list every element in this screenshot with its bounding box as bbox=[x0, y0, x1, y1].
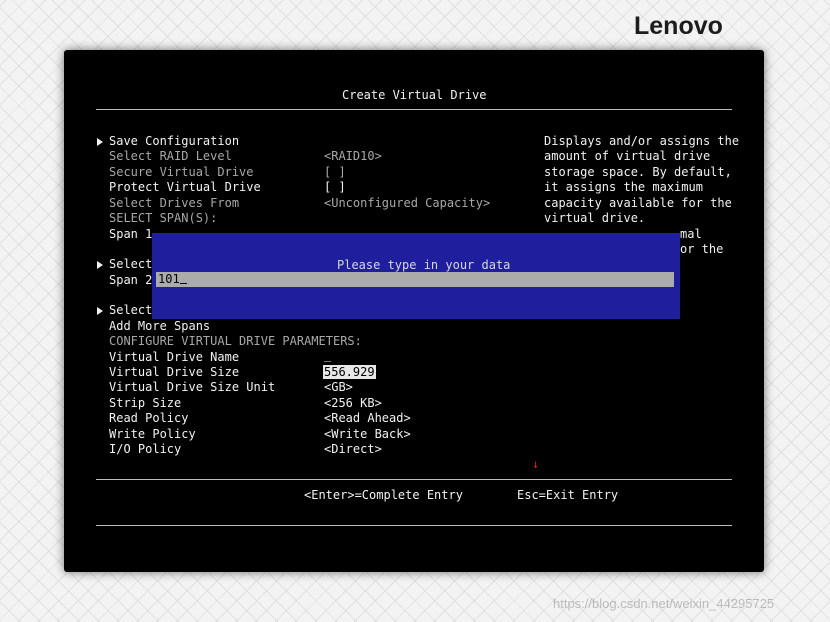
help-line: it assigns the maximum bbox=[544, 180, 703, 194]
help-line: storage space. By default, bbox=[544, 165, 732, 179]
watermark: https://blog.csdn.net/weixin_44295725 bbox=[553, 596, 775, 611]
text-cursor bbox=[179, 273, 187, 284]
submenu-pointer-icon bbox=[97, 138, 103, 146]
label-virtual-drive-size: Virtual Drive Size bbox=[109, 365, 240, 379]
select-io-policy[interactable]: <Direct> bbox=[324, 442, 382, 456]
label-io-policy: I/O Policy bbox=[109, 442, 182, 456]
span-1-label: Span 1 bbox=[109, 227, 153, 241]
submenu-pointer-icon bbox=[97, 261, 103, 269]
label-virtual-drive-name: Virtual Drive Name bbox=[109, 350, 240, 364]
label-protect-virtual-drive: Protect Virtual Drive bbox=[109, 180, 261, 194]
label-select-raid-level: Select RAID Level bbox=[109, 149, 232, 163]
label-secure-virtual-drive: Secure Virtual Drive bbox=[109, 165, 254, 179]
help-line: capacity available for the bbox=[544, 196, 732, 210]
dialog-prompt: Please type in your data bbox=[337, 258, 511, 272]
divider-bottom bbox=[96, 479, 732, 480]
span-2-label: Span 2 bbox=[109, 273, 153, 287]
help-line: Displays and/or assigns the bbox=[544, 134, 740, 148]
footer-enter-hint: <Enter>=Complete Entry bbox=[304, 488, 463, 502]
mouse-pointer-icon: ↓ bbox=[532, 457, 540, 471]
help-line: virtual drive. bbox=[544, 211, 646, 225]
menu-item-select-drives-span-1[interactable]: Select bbox=[109, 257, 152, 271]
help-line: amount of virtual drive bbox=[544, 149, 711, 163]
select-size-unit[interactable]: <GB> bbox=[324, 380, 353, 394]
menu-item-save-configuration[interactable]: Save Configuration bbox=[109, 134, 239, 148]
label-size-unit: Virtual Drive Size Unit bbox=[109, 380, 276, 394]
lenovo-logo: Lenovo bbox=[634, 12, 723, 40]
help-line-fragment: or the bbox=[680, 242, 724, 256]
value-raid-level: <RAID10> bbox=[324, 149, 382, 163]
menu-item-select-drives-span-2[interactable]: Select bbox=[109, 303, 152, 317]
select-spans-header: SELECT SPAN(S): bbox=[109, 211, 218, 225]
label-write-policy: Write Policy bbox=[109, 427, 196, 441]
menu-item-add-more-spans[interactable]: Add More Spans bbox=[109, 319, 210, 333]
select-read-policy[interactable]: <Read Ahead> bbox=[324, 411, 411, 425]
value-select-drives-from: <Unconfigured Capacity> bbox=[324, 196, 491, 210]
input-dialog: Please type in your data 101 bbox=[152, 233, 680, 319]
dialog-text-input[interactable]: 101 bbox=[156, 272, 674, 287]
label-read-policy: Read Policy bbox=[109, 411, 189, 425]
bios-screen: Create Virtual Drive Save Configuration … bbox=[64, 50, 764, 572]
label-select-drives-from: Select Drives From bbox=[109, 196, 240, 210]
page-title: Create Virtual Drive bbox=[342, 88, 487, 102]
submenu-pointer-icon bbox=[97, 307, 103, 315]
footer-esc-hint: Esc=Exit Entry bbox=[517, 488, 619, 502]
select-strip-size[interactable]: <256 KB> bbox=[324, 396, 382, 410]
label-strip-size: Strip Size bbox=[109, 396, 182, 410]
input-virtual-drive-size[interactable]: 556.929 bbox=[323, 365, 376, 379]
help-line-fragment: mal bbox=[680, 227, 702, 241]
checkbox-protect-virtual-drive[interactable]: [ ] bbox=[324, 180, 346, 194]
divider-top bbox=[96, 109, 732, 110]
dialog-input-value: 101 bbox=[158, 272, 180, 286]
divider-footer bbox=[96, 525, 732, 526]
select-write-policy[interactable]: <Write Back> bbox=[324, 427, 411, 441]
checkbox-secure-virtual-drive: [ ] bbox=[324, 165, 346, 179]
input-virtual-drive-name[interactable]: _ bbox=[324, 348, 331, 362]
params-header: CONFIGURE VIRTUAL DRIVE PARAMETERS: bbox=[109, 334, 362, 348]
